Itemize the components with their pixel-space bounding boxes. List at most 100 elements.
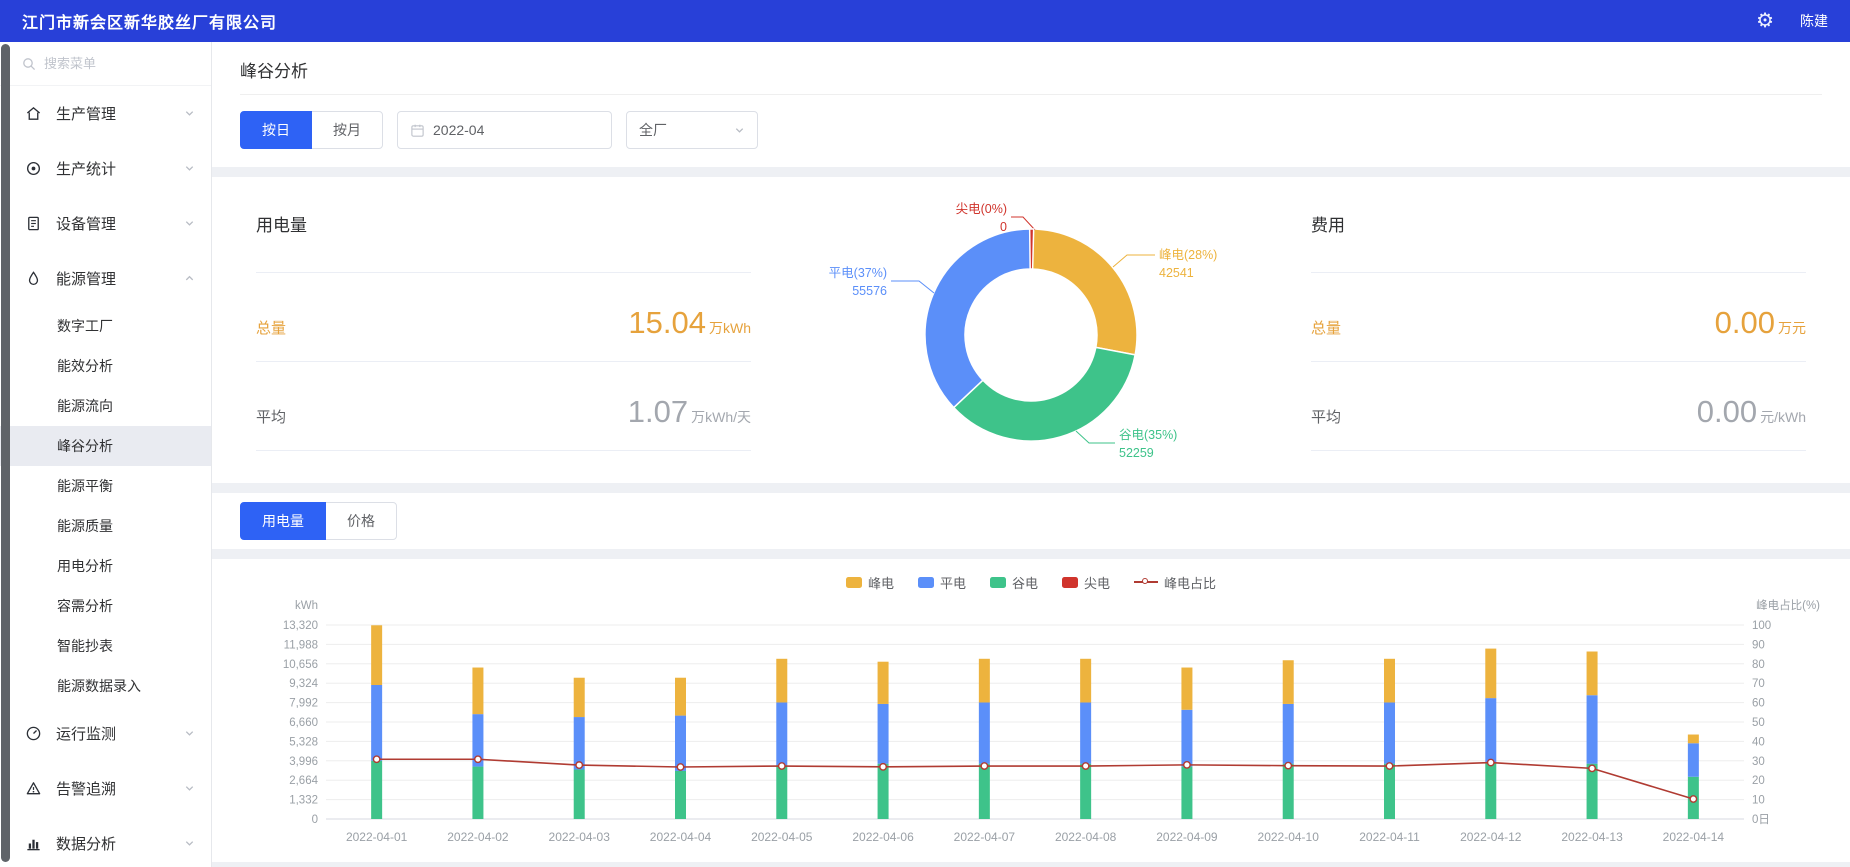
svg-text:2022-04-04: 2022-04-04 xyxy=(650,830,712,844)
sidebar-subitem-3-3[interactable]: 峰谷分析 xyxy=(0,426,211,466)
sidebar-item-4[interactable]: 运行监测 xyxy=(0,706,211,761)
svg-text:2022-04-02: 2022-04-02 xyxy=(447,830,509,844)
main-content: 峰谷分析 按日 按月 2022-04 全厂 xyxy=(212,42,1850,867)
svg-text:2022-04-05: 2022-04-05 xyxy=(751,830,813,844)
user-name[interactable]: 陈建 xyxy=(1800,11,1828,31)
scope-select[interactable]: 全厂 xyxy=(626,111,758,149)
sidebar-item-label: 运行监测 xyxy=(56,723,184,744)
svg-text:峰电占比(%): 峰电占比(%) xyxy=(1756,598,1820,612)
svg-text:峰电(28%): 峰电(28%) xyxy=(1159,248,1217,262)
mode-month-button[interactable]: 按月 xyxy=(311,111,383,149)
svg-text:0日: 0日 xyxy=(1752,814,1770,826)
sidebar: 生产管理生产统计设备管理能源管理数字工厂能效分析能源流向峰谷分析能源平衡能源质量… xyxy=(0,42,212,867)
chevron-down-icon xyxy=(184,838,195,849)
svg-text:13,320: 13,320 xyxy=(283,620,318,632)
total-value: 15.04 xyxy=(628,305,706,340)
total-unit: 万kWh xyxy=(709,320,751,336)
svg-text:2,664: 2,664 xyxy=(289,775,318,787)
cost-total-row: 总量 0.00万元 xyxy=(1311,273,1806,362)
tab-consumption-button[interactable]: 用电量 xyxy=(240,502,326,540)
consumption-stats: 用电量 总量 15.04万kWh 平均 1.07万kWh/天 xyxy=(256,177,751,483)
sidebar-subitem-3-5[interactable]: 能源质量 xyxy=(0,506,211,546)
sidebar-item-0[interactable]: 生产管理 xyxy=(0,86,211,141)
sidebar-subitem-3-9[interactable]: 能源数据录入 xyxy=(0,666,211,706)
cost-stats: 费用 总量 0.00万元 平均 0.00元/kWh xyxy=(1311,177,1806,483)
sidebar-item-3[interactable]: 能源管理 xyxy=(0,251,211,306)
svg-text:70: 70 xyxy=(1752,678,1765,690)
menu-search-input[interactable] xyxy=(44,56,184,71)
svg-text:2022-04-10: 2022-04-10 xyxy=(1258,830,1320,844)
page-title: 峰谷分析 xyxy=(240,42,1822,95)
legend-item[interactable]: 峰电占比 xyxy=(1134,573,1216,592)
monitor-icon xyxy=(25,725,45,743)
alarm-icon xyxy=(25,780,45,798)
svg-text:谷电(35%): 谷电(35%) xyxy=(1119,428,1177,442)
sidebar-item-1[interactable]: 生产统计 xyxy=(0,141,211,196)
svg-text:2022-04-01: 2022-04-01 xyxy=(346,830,408,844)
svg-text:100: 100 xyxy=(1752,620,1771,632)
line-marker-icon xyxy=(1134,581,1158,583)
consumption-total-row: 总量 15.04万kWh xyxy=(256,273,751,362)
svg-text:尖电(0%): 尖电(0%) xyxy=(956,202,1007,216)
svg-text:60: 60 xyxy=(1752,698,1765,710)
sidebar-item-5[interactable]: 告警追溯 xyxy=(0,761,211,816)
stats-icon xyxy=(25,160,45,178)
legend-item[interactable]: 平电 xyxy=(918,573,966,592)
mode-day-button[interactable]: 按日 xyxy=(240,111,312,149)
svg-text:0: 0 xyxy=(1000,220,1007,234)
date-picker[interactable]: 2022-04 xyxy=(397,111,612,149)
legend-swatch-icon xyxy=(990,577,1006,588)
settings-gear-icon[interactable]: ⚙ xyxy=(1756,11,1774,31)
chevron-up-icon xyxy=(184,273,195,284)
chevron-down-icon xyxy=(184,218,195,229)
sidebar-subitem-3-0[interactable]: 数字工厂 xyxy=(0,306,211,346)
energy-icon xyxy=(25,270,45,288)
svg-text:kWh: kWh xyxy=(295,600,318,612)
average-label: 平均 xyxy=(1311,406,1341,427)
legend-item[interactable]: 峰电 xyxy=(846,573,894,592)
company-title: 江门市新会区新华胶丝厂有限公司 xyxy=(22,9,277,33)
svg-text:2022-04-13: 2022-04-13 xyxy=(1561,830,1623,844)
svg-text:90: 90 xyxy=(1752,639,1765,651)
legend-swatch-icon xyxy=(918,577,934,588)
sidebar-subitem-3-6[interactable]: 用电分析 xyxy=(0,546,211,586)
sidebar-item-6[interactable]: 数据分析 xyxy=(0,816,211,867)
total-unit: 万元 xyxy=(1778,320,1806,336)
svg-text:80: 80 xyxy=(1752,659,1765,671)
svg-text:2022-04-14: 2022-04-14 xyxy=(1663,830,1725,844)
tab-price-button[interactable]: 价格 xyxy=(325,502,397,540)
legend-item[interactable]: 谷电 xyxy=(990,573,1038,592)
legend-item[interactable]: 尖电 xyxy=(1062,573,1110,592)
consumption-title: 用电量 xyxy=(256,177,751,273)
analysis-icon xyxy=(25,835,45,853)
chart-legend: 峰电 平电 谷电 尖电 峰电占比 xyxy=(240,569,1822,595)
svg-text:1,332: 1,332 xyxy=(289,795,318,807)
average-unit: 元/kWh xyxy=(1760,409,1806,425)
summary-card: 用电量 总量 15.04万kWh 平均 1.07万kWh/天 峰电(28%) 42… xyxy=(212,177,1850,483)
sidebar-subitem-3-4[interactable]: 能源平衡 xyxy=(0,466,211,506)
sidebar-scrollbar[interactable] xyxy=(1,44,10,862)
average-value: 0.00 xyxy=(1697,394,1757,429)
sidebar-menu: 生产管理生产统计设备管理能源管理数字工厂能效分析能源流向峰谷分析能源平衡能源质量… xyxy=(0,86,211,867)
legend-swatch-icon xyxy=(1062,577,1078,588)
bar-chart: 00日1,332102,664203,996305,328406,660507,… xyxy=(240,595,1822,853)
sidebar-subitem-3-1[interactable]: 能效分析 xyxy=(0,346,211,386)
total-label: 总量 xyxy=(1311,317,1341,338)
sidebar-subitem-3-7[interactable]: 容需分析 xyxy=(0,586,211,626)
app-header: 江门市新会区新华胶丝厂有限公司 ⚙ 陈建 xyxy=(0,0,1850,42)
consumption-average-row: 平均 1.07万kWh/天 xyxy=(256,362,751,451)
mode-button-group: 按日 按月 xyxy=(240,111,383,149)
device-icon xyxy=(25,215,45,233)
sidebar-subitem-3-8[interactable]: 智能抄表 xyxy=(0,626,211,666)
factory-icon xyxy=(25,105,45,123)
svg-text:10: 10 xyxy=(1752,795,1765,807)
sidebar-item-label: 设备管理 xyxy=(56,213,184,234)
sidebar-item-2[interactable]: 设备管理 xyxy=(0,196,211,251)
svg-text:7,992: 7,992 xyxy=(289,698,318,710)
svg-text:42541: 42541 xyxy=(1159,266,1194,280)
svg-text:10,656: 10,656 xyxy=(283,659,318,671)
chevron-down-icon xyxy=(184,728,195,739)
sidebar-item-label: 告警追溯 xyxy=(56,778,184,799)
chevron-down-icon xyxy=(734,125,745,136)
sidebar-subitem-3-2[interactable]: 能源流向 xyxy=(0,386,211,426)
